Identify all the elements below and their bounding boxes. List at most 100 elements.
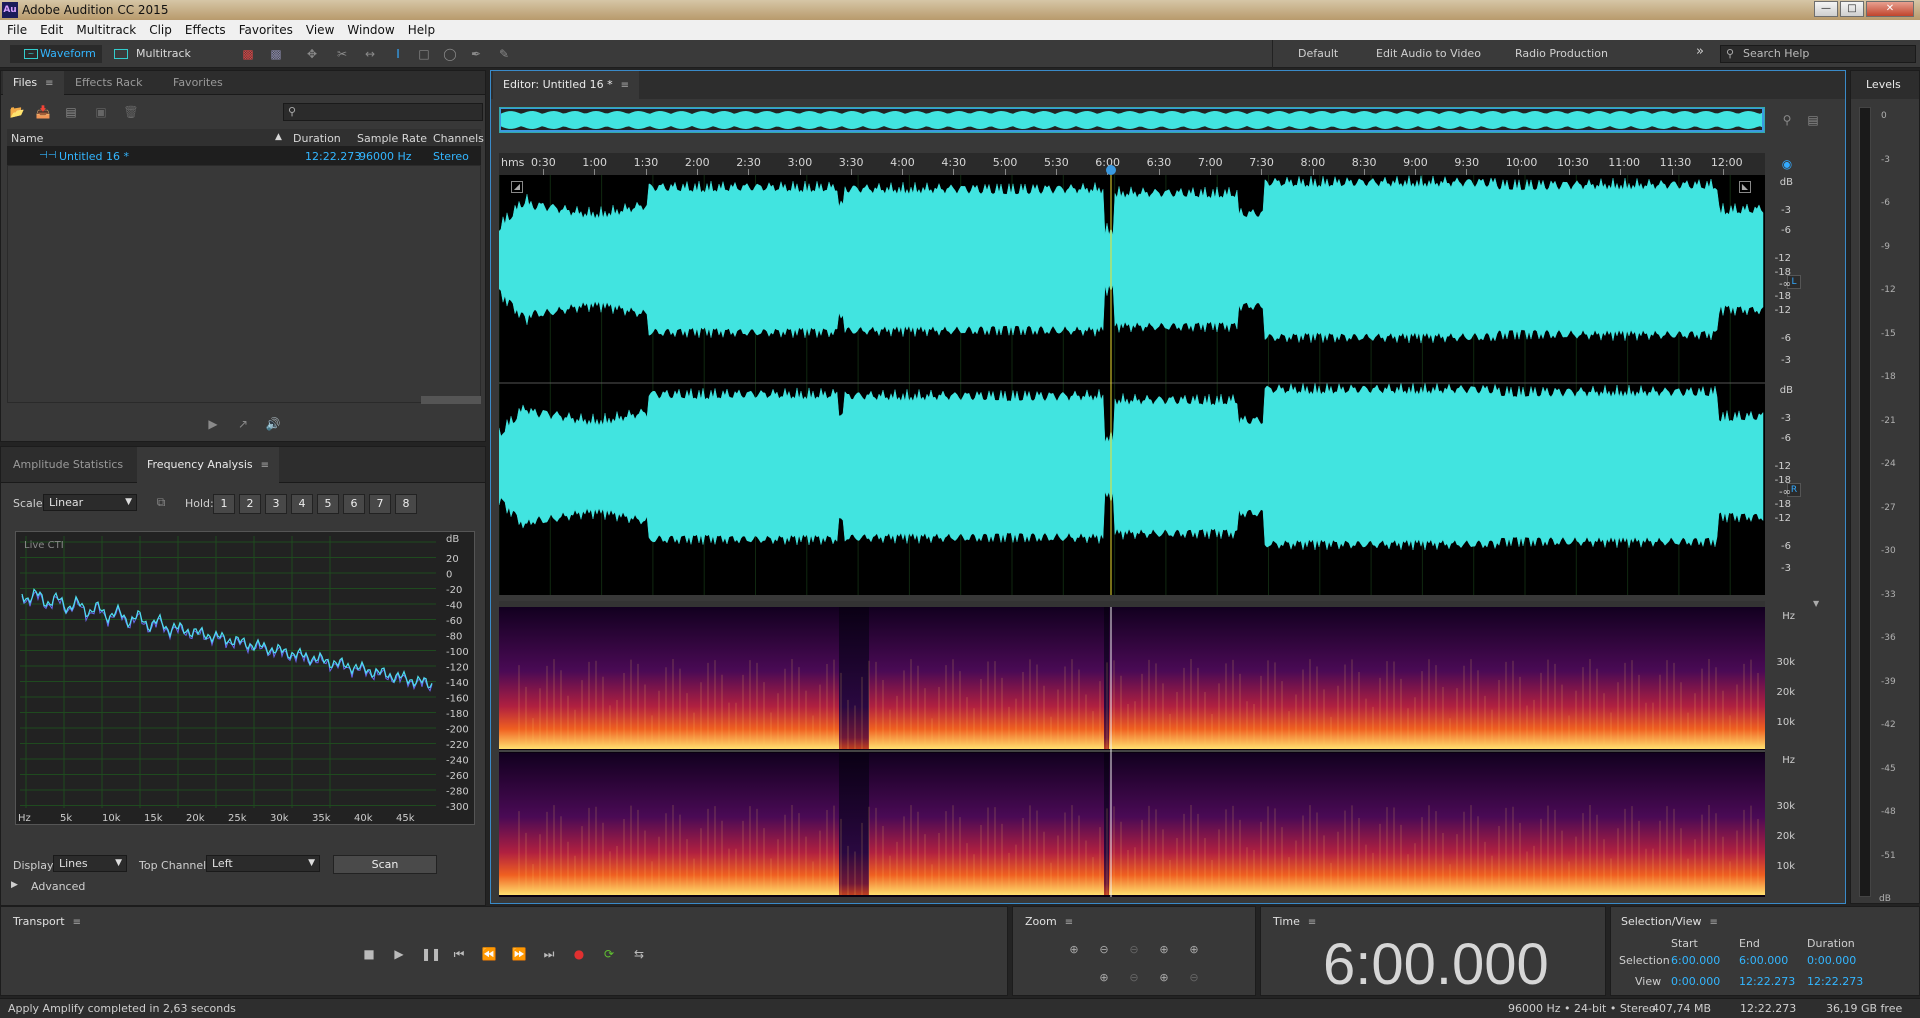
time-ruler[interactable]: hms 0:30 1:00 1:30 2:00 2:30 3:00 3:30 4:00 4:30… <box>499 153 1765 175</box>
move-tool-icon[interactable]: ✥ <box>304 47 320 61</box>
panel-menu-icon[interactable]: ≡ <box>73 917 81 928</box>
minimize-button[interactable]: — <box>1814 1 1838 17</box>
zoom-in-point-icon[interactable]: ⊕ <box>1095 970 1113 986</box>
workspace-edit-audio-to-video[interactable]: Edit Audio to Video <box>1376 47 1481 60</box>
scan-button[interactable]: Scan <box>333 855 437 874</box>
panel-menu-icon[interactable]: ≡ <box>45 72 53 96</box>
brush-tool-icon[interactable]: ✒ <box>468 47 484 61</box>
tab-frequency-analysis[interactable]: Frequency Analysis ≡ <box>137 447 280 484</box>
copy-graph-icon[interactable]: ⧉ <box>153 495 169 509</box>
files-scrollbar[interactable] <box>421 396 481 404</box>
scale-select[interactable]: Linear ▼ <box>43 494 137 511</box>
display-select[interactable]: Lines ▼ <box>53 855 127 872</box>
panel-menu-icon[interactable]: ≡ <box>261 448 269 484</box>
open-file-icon[interactable]: 📂 <box>9 105 25 119</box>
maximize-button[interactable]: □ <box>1840 1 1864 17</box>
panel-menu-icon[interactable]: ≡ <box>1065 917 1073 928</box>
zoom-out-amplitude-icon[interactable]: ⊖ <box>1095 942 1113 958</box>
multitrack-view-button[interactable]: Multitrack <box>110 45 191 63</box>
pitch-display-icon[interactable]: ▩ <box>268 47 284 61</box>
ruler-settings-icon[interactable]: ◉ <box>1779 157 1795 171</box>
import-file-icon[interactable]: 📥 <box>35 105 51 119</box>
col-sample-rate[interactable]: Sample Rate <box>357 132 427 145</box>
overview-bar[interactable] <box>499 107 1765 133</box>
auto-play-icon[interactable]: 🔊 <box>265 417 281 431</box>
hold-button-5[interactable]: 5 <box>317 494 339 514</box>
zoom-in-time-icon[interactable]: ⊕ <box>1155 942 1173 958</box>
loop-playback-icon[interactable]: ⟳ <box>601 946 617 962</box>
files-search-input[interactable]: ⚲ <box>283 103 483 121</box>
hold-button-7[interactable]: 7 <box>369 494 391 514</box>
spot-healing-tool-icon[interactable]: ✎ <box>496 47 512 61</box>
hold-button-3[interactable]: 3 <box>265 494 287 514</box>
view-duration-field[interactable]: 12:22.273 <box>1807 975 1863 988</box>
hold-button-2[interactable]: 2 <box>239 494 261 514</box>
menu-clip[interactable]: Clip <box>142 20 178 37</box>
menu-view[interactable]: View <box>299 20 340 37</box>
menu-favorites[interactable]: Favorites <box>232 20 299 37</box>
zoom-in-frequency-icon[interactable]: ⊕ <box>1155 970 1173 986</box>
hold-button-4[interactable]: 4 <box>291 494 313 514</box>
waveform-view-button[interactable]: ~ Waveform <box>10 45 102 63</box>
sort-icon[interactable]: ▲ <box>275 132 282 142</box>
menu-edit[interactable]: Edit <box>33 20 69 37</box>
lasso-tool-icon[interactable]: ◯ <box>442 47 458 61</box>
col-channels[interactable]: Channels <box>433 132 484 145</box>
skip-selection-icon[interactable]: ⇆ <box>631 946 647 962</box>
marquee-tool-icon[interactable]: □ <box>416 47 432 61</box>
slip-tool-icon[interactable]: ↔ <box>362 47 378 61</box>
panel-menu-icon[interactable]: ≡ <box>1710 917 1718 928</box>
insert-icon[interactable]: ▣ <box>93 105 109 119</box>
rewind-icon[interactable]: ⏪ <box>481 946 497 962</box>
spectral-display[interactable] <box>499 607 1765 897</box>
more-workspaces-button[interactable]: » <box>1696 44 1704 59</box>
collapse-spectral-icon[interactable]: ▼ <box>1813 599 1819 608</box>
play-icon[interactable]: ▶ <box>391 946 407 962</box>
workspace-default[interactable]: Default <box>1298 47 1338 60</box>
play-file-icon[interactable]: ▶ <box>205 417 221 431</box>
fade-in-handle[interactable]: ◢ <box>511 181 523 193</box>
levels-title[interactable]: Levels <box>1866 78 1901 91</box>
waveform-display[interactable]: ◢ ◣ <box>499 175 1765 595</box>
stop-icon[interactable]: ■ <box>361 946 377 962</box>
export-file-icon[interactable]: ↗ <box>235 417 251 431</box>
menu-effects[interactable]: Effects <box>178 20 232 37</box>
skip-to-end-icon[interactable]: ⏭ <box>541 946 557 962</box>
hold-button-8[interactable]: 8 <box>395 494 417 514</box>
hold-button-6[interactable]: 6 <box>343 494 365 514</box>
selection-end-field[interactable]: 6:00.000 <box>1739 954 1788 967</box>
tab-files[interactable]: Files ≡ <box>3 71 64 95</box>
col-duration[interactable]: Duration <box>293 132 341 145</box>
spectral-display-icon[interactable]: ▩ <box>240 47 256 61</box>
search-help-input[interactable]: ⚲ Search Help <box>1720 45 1916 63</box>
panel-menu-icon[interactable]: ≡ <box>621 72 629 100</box>
record-icon[interactable]: ● <box>571 946 587 962</box>
frequency-graph[interactable]: Live CTI dB 20 0 -20 -40 -60 -80 -100 -120 -140 -16… <box>15 531 475 825</box>
fade-out-handle[interactable]: ◣ <box>1739 181 1751 193</box>
fast-forward-icon[interactable]: ⏩ <box>511 946 527 962</box>
time-selection-tool-icon[interactable]: I <box>390 47 406 61</box>
hold-button-1[interactable]: 1 <box>213 494 235 514</box>
table-row[interactable]: ⊣⊣ Untitled 16 * 12:22.273 96000 Hz Ster… <box>7 147 481 165</box>
tab-amplitude-statistics[interactable]: Amplitude Statistics <box>3 447 133 483</box>
view-end-field[interactable]: 12:22.273 <box>1739 975 1795 988</box>
top-channel-select[interactable]: Left ▼ <box>206 855 320 872</box>
zoom-out-frequency-icon[interactable]: ⊖ <box>1185 970 1203 986</box>
delete-icon[interactable]: 🗑 <box>123 105 139 119</box>
disclosure-triangle-icon[interactable]: ▶ <box>11 880 18 890</box>
overview-menu-icon[interactable]: ▤ <box>1805 113 1821 127</box>
zoom-out-full-icon[interactable]: ⊖ <box>1125 942 1143 958</box>
menu-help[interactable]: Help <box>401 20 441 37</box>
zoom-in-amplitude-icon[interactable]: ⊕ <box>1065 942 1083 958</box>
menu-multitrack[interactable]: Multitrack <box>69 20 142 37</box>
zoom-reset-icon[interactable]: ⚲ <box>1779 113 1795 127</box>
playhead-handle[interactable] <box>1106 165 1116 175</box>
zoom-out-point-icon[interactable]: ⊖ <box>1125 970 1143 986</box>
advanced-toggle[interactable]: Advanced <box>31 880 85 893</box>
skip-to-start-icon[interactable]: ⏮ <box>451 946 467 962</box>
close-button[interactable]: ✕ <box>1866 1 1914 17</box>
razor-tool-icon[interactable]: ✂ <box>334 47 350 61</box>
tab-editor[interactable]: Editor: Untitled 16 * ≡ <box>493 71 639 99</box>
new-file-icon[interactable]: ▤ <box>63 105 79 119</box>
workspace-radio-production[interactable]: Radio Production <box>1515 47 1608 60</box>
